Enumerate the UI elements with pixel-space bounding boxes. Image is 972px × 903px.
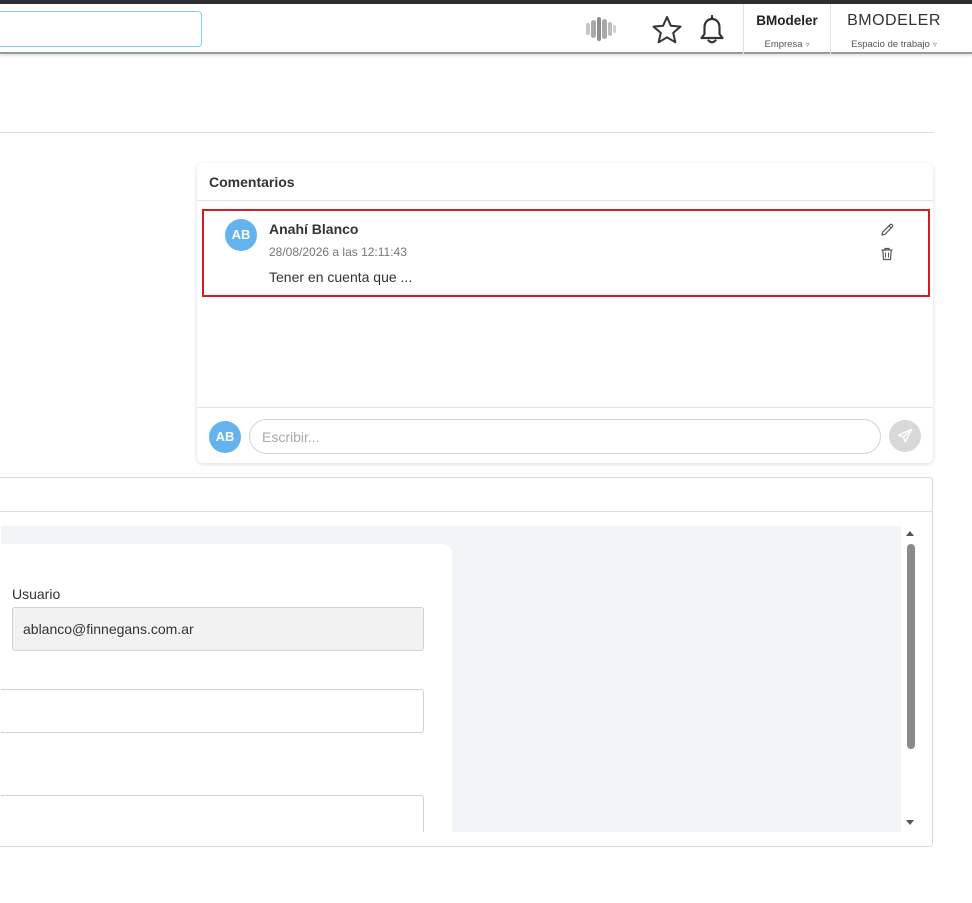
- brain-icon: [584, 16, 618, 42]
- workspace-label: Espacio de trabajo ▿: [851, 39, 937, 50]
- details-panel: Usuario ablanco@finnegans.com.ar: [0, 477, 933, 847]
- scroll-down-arrow-icon[interactable]: [906, 820, 914, 825]
- user-field: ablanco@finnegans.com.ar: [12, 607, 424, 651]
- scroll-up-arrow-icon[interactable]: [906, 531, 914, 536]
- send-icon: [897, 428, 913, 443]
- form-field[interactable]: [1, 795, 424, 832]
- section-divider: [0, 132, 934, 133]
- workspace-selector[interactable]: BMODELER Espacio de trabajo ▿: [831, 4, 957, 54]
- top-bar: BModeler Empresa ▿ BMODELER Espacio de tr…: [0, 4, 972, 54]
- avatar: AB: [225, 219, 257, 251]
- comment-timestamp: 28/08/2026 a las 12:11:43: [269, 245, 407, 259]
- comment-author: Anahí Blanco: [269, 221, 359, 237]
- comment-text: Tener en cuenta que ...: [269, 269, 413, 285]
- form-scroll-area: Usuario ablanco@finnegans.com.ar: [1, 526, 901, 832]
- caret-down-icon: ▿: [932, 40, 937, 49]
- edit-pencil-icon[interactable]: [879, 222, 895, 238]
- scroll-thumb[interactable]: [907, 544, 915, 749]
- caret-down-icon: ▿: [805, 40, 810, 49]
- favorite-star-icon[interactable]: [651, 15, 683, 45]
- notifications-bell-icon[interactable]: [698, 14, 726, 45]
- form-card: Usuario ablanco@finnegans.com.ar: [1, 544, 452, 832]
- comment-composer: AB: [197, 407, 933, 463]
- comments-panel: Comentarios AB Anahí Blanco 28/08/2026 a…: [197, 163, 933, 463]
- comments-header: Comentarios: [197, 163, 933, 201]
- comment-input[interactable]: [249, 419, 881, 454]
- comment-item: AB Anahí Blanco 28/08/2026 a las 12:11:4…: [202, 209, 930, 297]
- form-field[interactable]: [1, 689, 424, 733]
- company-name: BModeler: [756, 13, 818, 28]
- avatar: AB: [209, 421, 241, 453]
- workspace-name: BMODELER: [847, 12, 941, 29]
- company-label: Empresa ▿: [764, 39, 810, 50]
- send-button[interactable]: [889, 420, 921, 452]
- delete-trash-icon[interactable]: [879, 246, 895, 262]
- company-selector[interactable]: BModeler Empresa ▿: [744, 4, 830, 54]
- user-label: Usuario: [12, 586, 61, 602]
- vertical-scrollbar[interactable]: [902, 526, 920, 832]
- search-input[interactable]: [0, 11, 202, 47]
- panel-header-divider: [0, 511, 932, 512]
- comments-title: Comentarios: [209, 174, 295, 190]
